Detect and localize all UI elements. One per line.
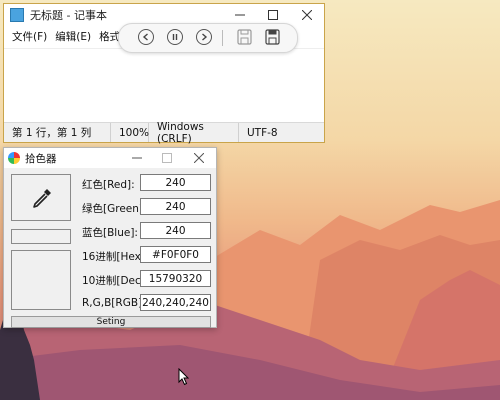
label-hex: 16进制[Hex]: [82,251,149,263]
picker-body: 红色[Red]: 240 绿色[Green]: 240 蓝色[Blue]: 24… [4,168,216,328]
close-icon [194,153,204,163]
hex-value[interactable]: #F0F0F0 [140,246,211,263]
previous-button[interactable] [138,29,154,45]
picker-minimize-button[interactable] [122,148,152,168]
notepad-app-icon [10,8,24,22]
save-icon[interactable] [237,29,252,45]
menu-file[interactable]: 文件(F) [8,29,51,44]
label-red: 红色[Red]: [82,179,135,191]
previous-icon [142,33,148,41]
media-toolbar [118,23,298,53]
status-zoom: 100% [111,123,149,142]
minimize-icon [132,157,142,159]
label-blue: 蓝色[Blue]: [82,227,138,239]
next-button[interactable] [196,29,212,45]
seting-button[interactable]: Seting [11,316,211,328]
maximize-icon [268,10,278,20]
picker-maximize-button[interactable] [152,148,182,168]
mouse-cursor-icon [178,368,190,386]
notepad-title: 无标题 - 记事本 [30,9,107,22]
red-value[interactable]: 240 [140,174,211,191]
minimize-icon [235,14,245,16]
label-green: 绿色[Green]: [82,203,147,215]
color-wheel-icon [8,152,20,164]
maximize-icon [162,153,172,163]
picker-title: 拾色器 [25,152,57,165]
green-value[interactable]: 240 [140,198,211,215]
eyedropper-button[interactable] [11,174,71,221]
pause-button[interactable] [167,29,183,45]
eyedropper-icon [33,189,51,208]
notepad-statusbar: 第 1 行，第 1 列 100% Windows (CRLF) UTF-8 [4,121,324,145]
status-line-ending: Windows (CRLF) [149,121,239,145]
menu-edit[interactable]: 编辑(E) [51,29,95,44]
blue-value[interactable]: 240 [140,222,211,239]
toolbar-divider [222,30,223,46]
color-picker-window[interactable]: 拾色器 红色[Red]: 240 绿色[Green]: 240 蓝色[Blue]… [3,147,217,328]
dec-value[interactable]: 15790320 [140,270,211,287]
status-encoding: UTF-8 [247,126,278,139]
picker-close-button[interactable] [184,148,214,168]
rgb-value[interactable]: 240,240,240 [140,294,211,311]
close-button[interactable] [292,4,322,26]
label-rgb: R,G,B[RGB]: [82,297,146,309]
pause-icon [172,34,178,40]
status-position: 第 1 行，第 1 列 [4,123,111,142]
next-icon [202,33,208,41]
close-icon [302,10,312,20]
color-preview-swatch [11,250,71,310]
color-value-strip [11,229,71,244]
save-as-icon[interactable] [265,29,280,45]
notepad-text-area[interactable] [4,48,324,122]
picker-titlebar[interactable]: 拾色器 [4,148,216,168]
label-dec: 10进制[Dec]: [82,275,149,287]
